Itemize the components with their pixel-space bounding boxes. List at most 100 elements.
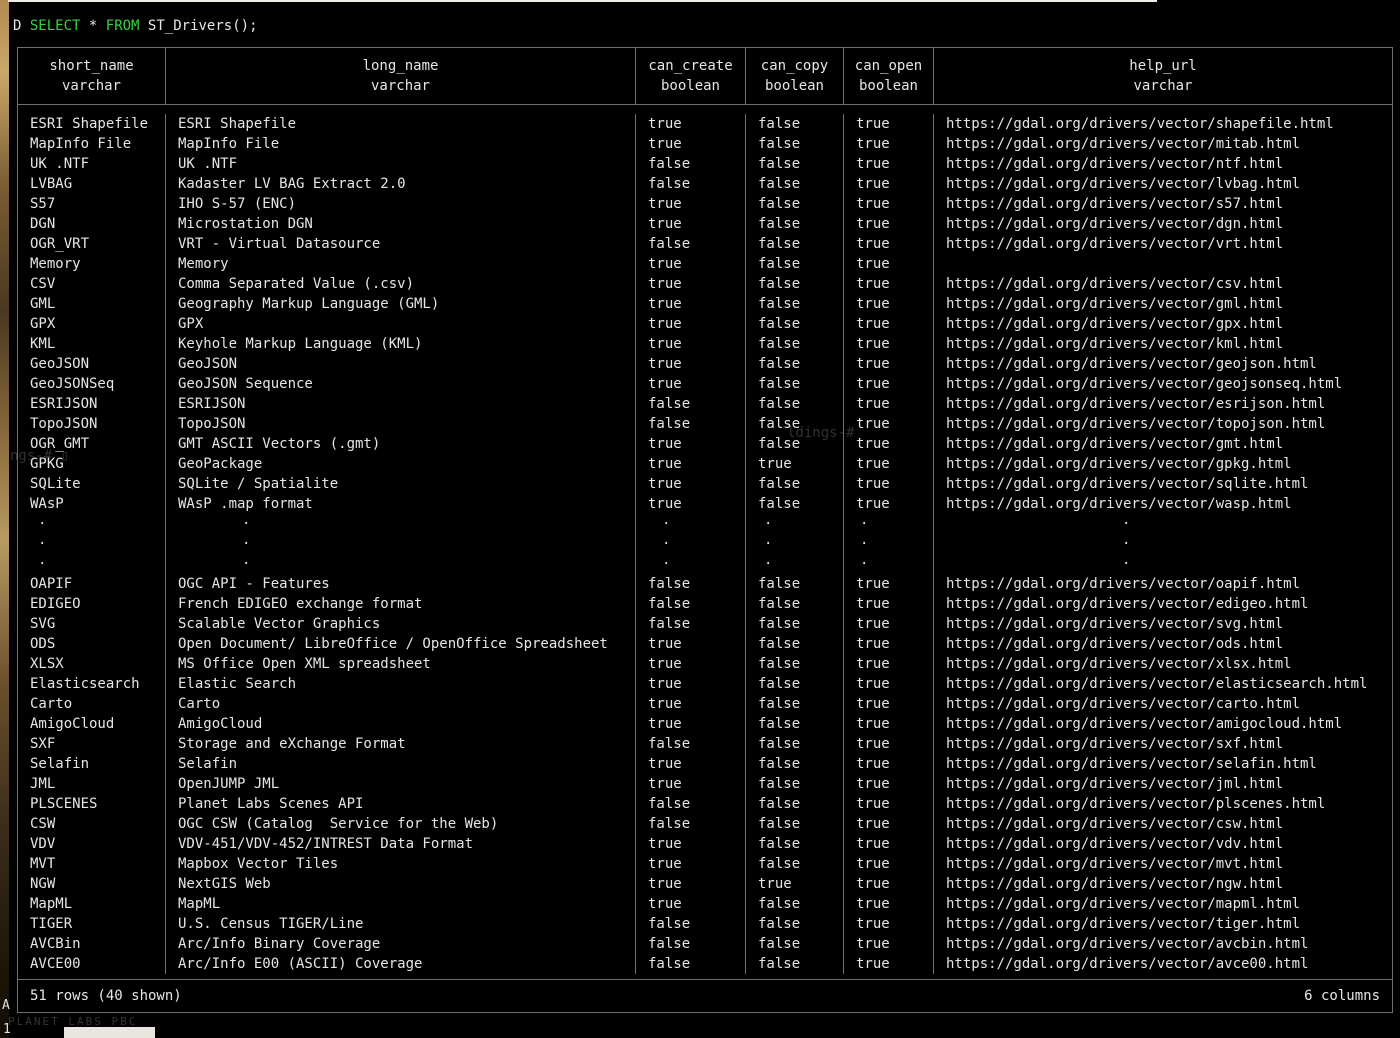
cell-can_open: true	[843, 774, 933, 794]
help-url-link[interactable]: https://gdal.org/drivers/vector/kml.html	[933, 334, 1392, 354]
table-footer: 51 rows (40 shown) 6 columns	[18, 979, 1392, 1012]
table-row: LVBAGKadaster LV BAG Extract 2.0falsefal…	[18, 174, 1392, 194]
help-url-link[interactable]: https://gdal.org/drivers/vector/xlsx.htm…	[933, 654, 1392, 674]
table-row: DGNMicrostation DGNtruefalsetruehttps://…	[18, 214, 1392, 234]
help-url-link[interactable]: https://gdal.org/drivers/vector/sqlite.h…	[933, 474, 1392, 494]
help-url-link[interactable]: https://gdal.org/drivers/vector/geojsons…	[933, 374, 1392, 394]
table-row: OGR_GMTGMT ASCII Vectors (.gmt)truefalse…	[18, 434, 1392, 454]
cell-can_create: true	[635, 894, 745, 914]
cell-long_name: Microstation DGN	[165, 214, 635, 234]
help-url-link[interactable]: https://gdal.org/drivers/vector/topojson…	[933, 414, 1392, 434]
cell-can_copy: false	[745, 854, 843, 874]
help-url-link[interactable]: https://gdal.org/drivers/vector/esrijson…	[933, 394, 1392, 414]
help-url-link[interactable]: https://gdal.org/drivers/vector/svg.html	[933, 614, 1392, 634]
help-url-link[interactable]: https://gdal.org/drivers/vector/ods.html	[933, 634, 1392, 654]
table-row: KMLKeyhole Markup Language (KML)truefals…	[18, 334, 1392, 354]
help-url-link[interactable]: https://gdal.org/drivers/vector/edigeo.h…	[933, 594, 1392, 614]
help-url-link[interactable]: https://gdal.org/drivers/vector/csw.html	[933, 814, 1392, 834]
help-url-link[interactable]: https://gdal.org/drivers/vector/amigoclo…	[933, 714, 1392, 734]
cell-can_open: true	[843, 254, 933, 274]
help-url-link[interactable]: https://gdal.org/drivers/vector/tiger.ht…	[933, 914, 1392, 934]
cell-can_create: true	[635, 294, 745, 314]
cell-can_open: true	[843, 134, 933, 154]
cell-can_create: true	[635, 134, 745, 154]
cell-short_name: S57	[18, 194, 165, 214]
help-url-link[interactable]: https://gdal.org/drivers/vector/avce00.h…	[933, 954, 1392, 974]
cell-can_copy: false	[745, 714, 843, 734]
cell-can_create: true	[635, 434, 745, 454]
table-row: OGR_VRTVRT - Virtual Datasourcefalsefals…	[18, 234, 1392, 254]
help-url-link[interactable]: https://gdal.org/drivers/vector/s57.html	[933, 194, 1392, 214]
cell-can_copy: false	[745, 694, 843, 714]
help-url-link[interactable]: https://gdal.org/drivers/vector/ngw.html	[933, 874, 1392, 894]
cell-can_open: true	[843, 194, 933, 214]
help-url-link[interactable]: https://gdal.org/drivers/vector/mvt.html	[933, 854, 1392, 874]
help-url-link[interactable]: https://gdal.org/drivers/vector/avcbin.h…	[933, 934, 1392, 954]
cell-can_open: true	[843, 354, 933, 374]
cell-can_create: true	[635, 694, 745, 714]
cell-can_open: true	[843, 914, 933, 934]
table-row: AVCBinArc/Info Binary Coveragefalsefalse…	[18, 934, 1392, 954]
cell-short_name: CSV	[18, 274, 165, 294]
ellipsis-cell: ·	[933, 514, 1392, 534]
cell-can_create: true	[635, 714, 745, 734]
cell-can_open: true	[843, 714, 933, 734]
help-url-link[interactable]: https://gdal.org/drivers/vector/wasp.htm…	[933, 494, 1392, 514]
sql-query-rest: ST_Drivers();	[148, 18, 258, 34]
cell-can_copy: false	[745, 394, 843, 414]
cell-short_name: MVT	[18, 854, 165, 874]
help-url-link[interactable]: https://gdal.org/drivers/vector/vrt.html	[933, 234, 1392, 254]
help-url-link[interactable]: https://gdal.org/drivers/vector/oapif.ht…	[933, 574, 1392, 594]
cell-long_name: Memory	[165, 254, 635, 274]
column-header-long_name: long_namevarchar	[165, 48, 635, 104]
cell-can_copy: false	[745, 774, 843, 794]
cell-long_name: OGC API - Features	[165, 574, 635, 594]
help-url-link[interactable]: https://gdal.org/drivers/vector/plscenes…	[933, 794, 1392, 814]
cell-can_copy: false	[745, 314, 843, 334]
help-url-link[interactable]: https://gdal.org/drivers/vector/vdv.html	[933, 834, 1392, 854]
cell-can_create: true	[635, 494, 745, 514]
cell-can_copy: false	[745, 614, 843, 634]
help-url-link[interactable]: https://gdal.org/drivers/vector/mitab.ht…	[933, 134, 1392, 154]
table-header-row: short_namevarcharlong_namevarcharcan_cre…	[18, 48, 1392, 105]
cell-can_create: true	[635, 114, 745, 134]
cell-long_name: Mapbox Vector Tiles	[165, 854, 635, 874]
help-url-link[interactable]: https://gdal.org/drivers/vector/dgn.html	[933, 214, 1392, 234]
cell-short_name: EDIGEO	[18, 594, 165, 614]
ellipsis-cell: ·	[635, 554, 745, 574]
help-url-link[interactable]: https://gdal.org/drivers/vector/carto.ht…	[933, 694, 1392, 714]
help-url-link[interactable]: https://gdal.org/drivers/vector/selafin.…	[933, 754, 1392, 774]
cell-long_name: OpenJUMP JML	[165, 774, 635, 794]
cell-short_name: ESRIJSON	[18, 394, 165, 414]
table-row: SelafinSelafintruefalsetruehttps://gdal.…	[18, 754, 1392, 774]
sql-prompt-line[interactable]: D SELECT * FROM ST_Drivers();	[13, 16, 258, 36]
cell-can_copy: false	[745, 174, 843, 194]
cell-can_copy: false	[745, 154, 843, 174]
help-url-link[interactable]: https://gdal.org/drivers/vector/gpkg.htm…	[933, 454, 1392, 474]
help-url-link[interactable]: https://gdal.org/drivers/vector/geojson.…	[933, 354, 1392, 374]
help-url-link[interactable]: https://gdal.org/drivers/vector/sxf.html	[933, 734, 1392, 754]
cell-can_copy: false	[745, 654, 843, 674]
help-url-link[interactable]: https://gdal.org/drivers/vector/gml.html	[933, 294, 1392, 314]
table-row: ODSOpen Document/ LibreOffice / OpenOffi…	[18, 634, 1392, 654]
ellipsis-cell: ·	[165, 534, 635, 554]
help-url-link[interactable]: https://gdal.org/drivers/vector/mapml.ht…	[933, 894, 1392, 914]
help-url-link[interactable]: https://gdal.org/drivers/vector/jml.html	[933, 774, 1392, 794]
cell-can_create: true	[635, 874, 745, 894]
help-url-link[interactable]: https://gdal.org/drivers/vector/gpx.html	[933, 314, 1392, 334]
cell-can_create: false	[635, 814, 745, 834]
cell-can_open: true	[843, 174, 933, 194]
help-url-link[interactable]: https://gdal.org/drivers/vector/gmt.html	[933, 434, 1392, 454]
help-url-link[interactable]: https://gdal.org/drivers/vector/shapefil…	[933, 114, 1392, 134]
cell-can_copy: false	[745, 474, 843, 494]
cell-short_name: JML	[18, 774, 165, 794]
help-url-link[interactable]: https://gdal.org/drivers/vector/csv.html	[933, 274, 1392, 294]
cell-short_name: Memory	[18, 254, 165, 274]
cell-can_open: true	[843, 794, 933, 814]
desktop-artifact-box	[64, 1027, 155, 1038]
cell-can_copy: false	[745, 194, 843, 214]
cell-can_open: true	[843, 434, 933, 454]
help-url-link[interactable]: https://gdal.org/drivers/vector/elastics…	[933, 674, 1392, 694]
help-url-link[interactable]: https://gdal.org/drivers/vector/lvbag.ht…	[933, 174, 1392, 194]
help-url-link[interactable]: https://gdal.org/drivers/vector/ntf.html	[933, 154, 1392, 174]
